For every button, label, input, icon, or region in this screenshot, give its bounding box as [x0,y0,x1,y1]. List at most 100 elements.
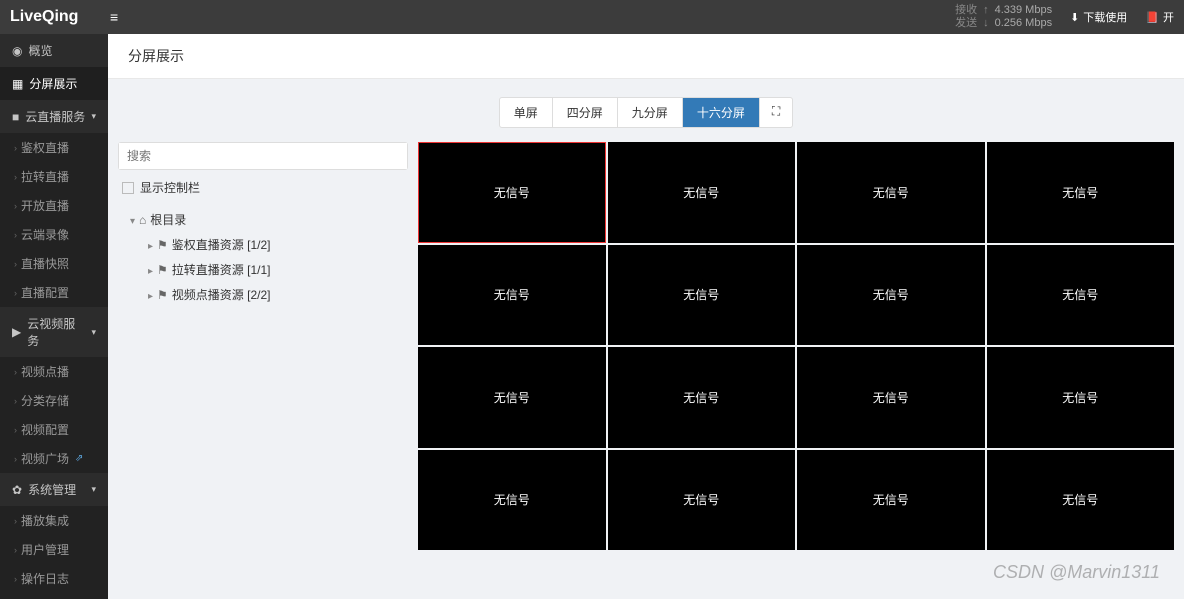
resource-tree: ▾⌂根目录▸⚑鉴权直播资源 [1/2]▸⚑拉转直播资源 [1/1]▸⚑视频点播资… [118,205,408,309]
video-cell-4[interactable]: 无信号 [418,245,606,346]
page-body: 单屏四分屏九分屏十六分屏⛶ 显示控制栏 ▾⌂根目录▸⚑鉴权直播资源 [1/2]▸… [108,79,1184,599]
layout-btn-十六分屏[interactable]: 十六分屏 [682,98,759,127]
video-icon: ■ [12,110,19,124]
chevron-right-icon: › [14,367,17,377]
open-link[interactable]: 📕 开 [1145,9,1174,25]
sidebar-subitem-操作日志[interactable]: ›操作日志 [0,564,108,593]
hamburger-icon[interactable]: ≡ [110,9,118,25]
video-cell-14[interactable]: 无信号 [797,450,985,551]
chevron-right-icon: › [14,516,17,526]
arrow-down-icon: ↓ [983,17,989,30]
chevron-right-icon: › [14,259,17,269]
video-cell-2[interactable]: 无信号 [797,142,985,243]
search-box [118,142,408,170]
chevron-right-icon: › [14,574,17,584]
caret-down-icon: ▾ [130,216,135,227]
checkbox-icon[interactable] [122,182,134,194]
top-bar: LiveQing ≡ 接收 ↑ 4.339 Mbps 发送 ↓ 0.256 Mb… [0,0,1184,34]
video-cell-0[interactable]: 无信号 [418,142,606,243]
grid-icon: ▦ [12,77,23,91]
sidebar-item-概览[interactable]: ◉概览 [0,34,108,67]
sidebar-subitem-直播快照[interactable]: ›直播快照 [0,249,108,278]
layout-btn-九分屏[interactable]: 九分屏 [617,98,682,127]
video-cell-9[interactable]: 无信号 [608,347,796,448]
layout-button-row: 单屏四分屏九分屏十六分屏 ⛶ [118,91,1174,142]
video-cell-8[interactable]: 无信号 [418,347,606,448]
show-controls-label: 显示控制栏 [140,179,200,196]
fullscreen-button[interactable]: ⛶ [759,98,792,127]
sidebar-item-分屏展示[interactable]: ▦分屏展示 [0,67,108,100]
send-label: 发送 [955,17,977,30]
show-controls-row[interactable]: 显示控制栏 [118,170,408,205]
chevron-right-icon: › [14,454,17,464]
sitemap-icon: ⚑ [157,288,168,302]
sidebar-subitem-系统配置[interactable]: ›系统配置 [0,593,108,599]
chevron-right-icon: › [14,230,17,240]
chevron-right-icon: › [14,396,17,406]
layout-button-group: 单屏四分屏九分屏十六分屏 ⛶ [499,97,793,128]
home-icon: ⌂ [139,213,146,227]
video-cell-12[interactable]: 无信号 [418,450,606,551]
chevron-right-icon: › [14,172,17,182]
chevron-right-icon: › [14,288,17,298]
search-input[interactable] [119,143,407,169]
send-value: 0.256 Mbps [995,17,1052,30]
top-right: 接收 ↑ 4.339 Mbps 发送 ↓ 0.256 Mbps ⬇ 下载使用 📕… [955,4,1174,30]
chevron-right-icon: › [14,545,17,555]
video-cell-1[interactable]: 无信号 [608,142,796,243]
gear-icon: ✿ [12,483,22,497]
sidebar-subitem-云端录像[interactable]: ›云端录像 [0,220,108,249]
sidebar-subitem-视频点播[interactable]: ›视频点播 [0,357,108,386]
video-cell-5[interactable]: 无信号 [608,245,796,346]
caret-right-icon: ▸ [148,291,153,302]
layout-btn-四分屏[interactable]: 四分屏 [552,98,617,127]
book-icon: 📕 [1145,11,1159,24]
sidebar-item-云视频服务[interactable]: ▶云视频服务▾ [0,307,108,357]
video-cell-3[interactable]: 无信号 [987,142,1175,243]
brand: LiveQing [10,8,100,26]
video-cell-13[interactable]: 无信号 [608,450,796,551]
dashboard-icon: ◉ [12,44,22,58]
chevron-down-icon: ▾ [91,327,96,338]
sitemap-icon: ⚑ [157,238,168,252]
sidebar-subitem-鉴权直播[interactable]: ›鉴权直播 [0,133,108,162]
arrow-up-icon: ↑ [983,4,989,17]
sidebar-subitem-视频广场[interactable]: ›视频广场⇗ [0,444,108,473]
play-icon: ▶ [12,325,21,339]
caret-right-icon: ▸ [148,241,153,252]
sidebar-subitem-拉转直播[interactable]: ›拉转直播 [0,162,108,191]
chevron-right-icon: › [14,425,17,435]
video-cell-10[interactable]: 无信号 [797,347,985,448]
chevron-down-icon: ▾ [91,111,96,122]
chevron-right-icon: › [14,143,17,153]
tree-node[interactable]: ▸⚑视频点播资源 [2/2] [118,282,408,307]
sidebar-item-云直播服务[interactable]: ■云直播服务▾ [0,100,108,133]
sitemap-icon: ⚑ [157,263,168,277]
sidebar-subitem-开放直播[interactable]: ›开放直播 [0,191,108,220]
video-cell-11[interactable]: 无信号 [987,347,1175,448]
video-cell-6[interactable]: 无信号 [797,245,985,346]
tree-root[interactable]: ▾⌂根目录 [118,207,408,232]
page-title: 分屏展示 [108,34,1184,79]
layout-btn-单屏[interactable]: 单屏 [500,98,552,127]
video-grid: 无信号无信号无信号无信号无信号无信号无信号无信号无信号无信号无信号无信号无信号无… [418,142,1174,550]
sidebar-item-系统管理[interactable]: ✿系统管理▾ [0,473,108,506]
content: 分屏展示 单屏四分屏九分屏十六分屏⛶ 显示控制栏 ▾⌂根目录▸⚑ [108,34,1184,599]
bandwidth-stats: 接收 ↑ 4.339 Mbps 发送 ↓ 0.256 Mbps [955,4,1052,30]
video-cell-15[interactable]: 无信号 [987,450,1175,551]
sidebar: ◉概览▦分屏展示■云直播服务▾›鉴权直播›拉转直播›开放直播›云端录像›直播快照… [0,34,108,599]
tree-node[interactable]: ▸⚑鉴权直播资源 [1/2] [118,232,408,257]
sidebar-subitem-视频配置[interactable]: ›视频配置 [0,415,108,444]
tree-node[interactable]: ▸⚑拉转直播资源 [1/1] [118,257,408,282]
chevron-right-icon: › [14,201,17,211]
sidebar-subitem-分类存储[interactable]: ›分类存储 [0,386,108,415]
video-cell-7[interactable]: 无信号 [987,245,1175,346]
external-link-icon: ⇗ [75,453,83,464]
fullscreen-icon: ⛶ [772,104,780,118]
download-link[interactable]: ⬇ 下载使用 [1070,9,1127,25]
sidebar-subitem-播放集成[interactable]: ›播放集成 [0,506,108,535]
download-icon: ⬇ [1070,11,1079,24]
chevron-down-icon: ▾ [91,484,96,495]
sidebar-subitem-用户管理[interactable]: ›用户管理 [0,535,108,564]
sidebar-subitem-直播配置[interactable]: ›直播配置 [0,278,108,307]
